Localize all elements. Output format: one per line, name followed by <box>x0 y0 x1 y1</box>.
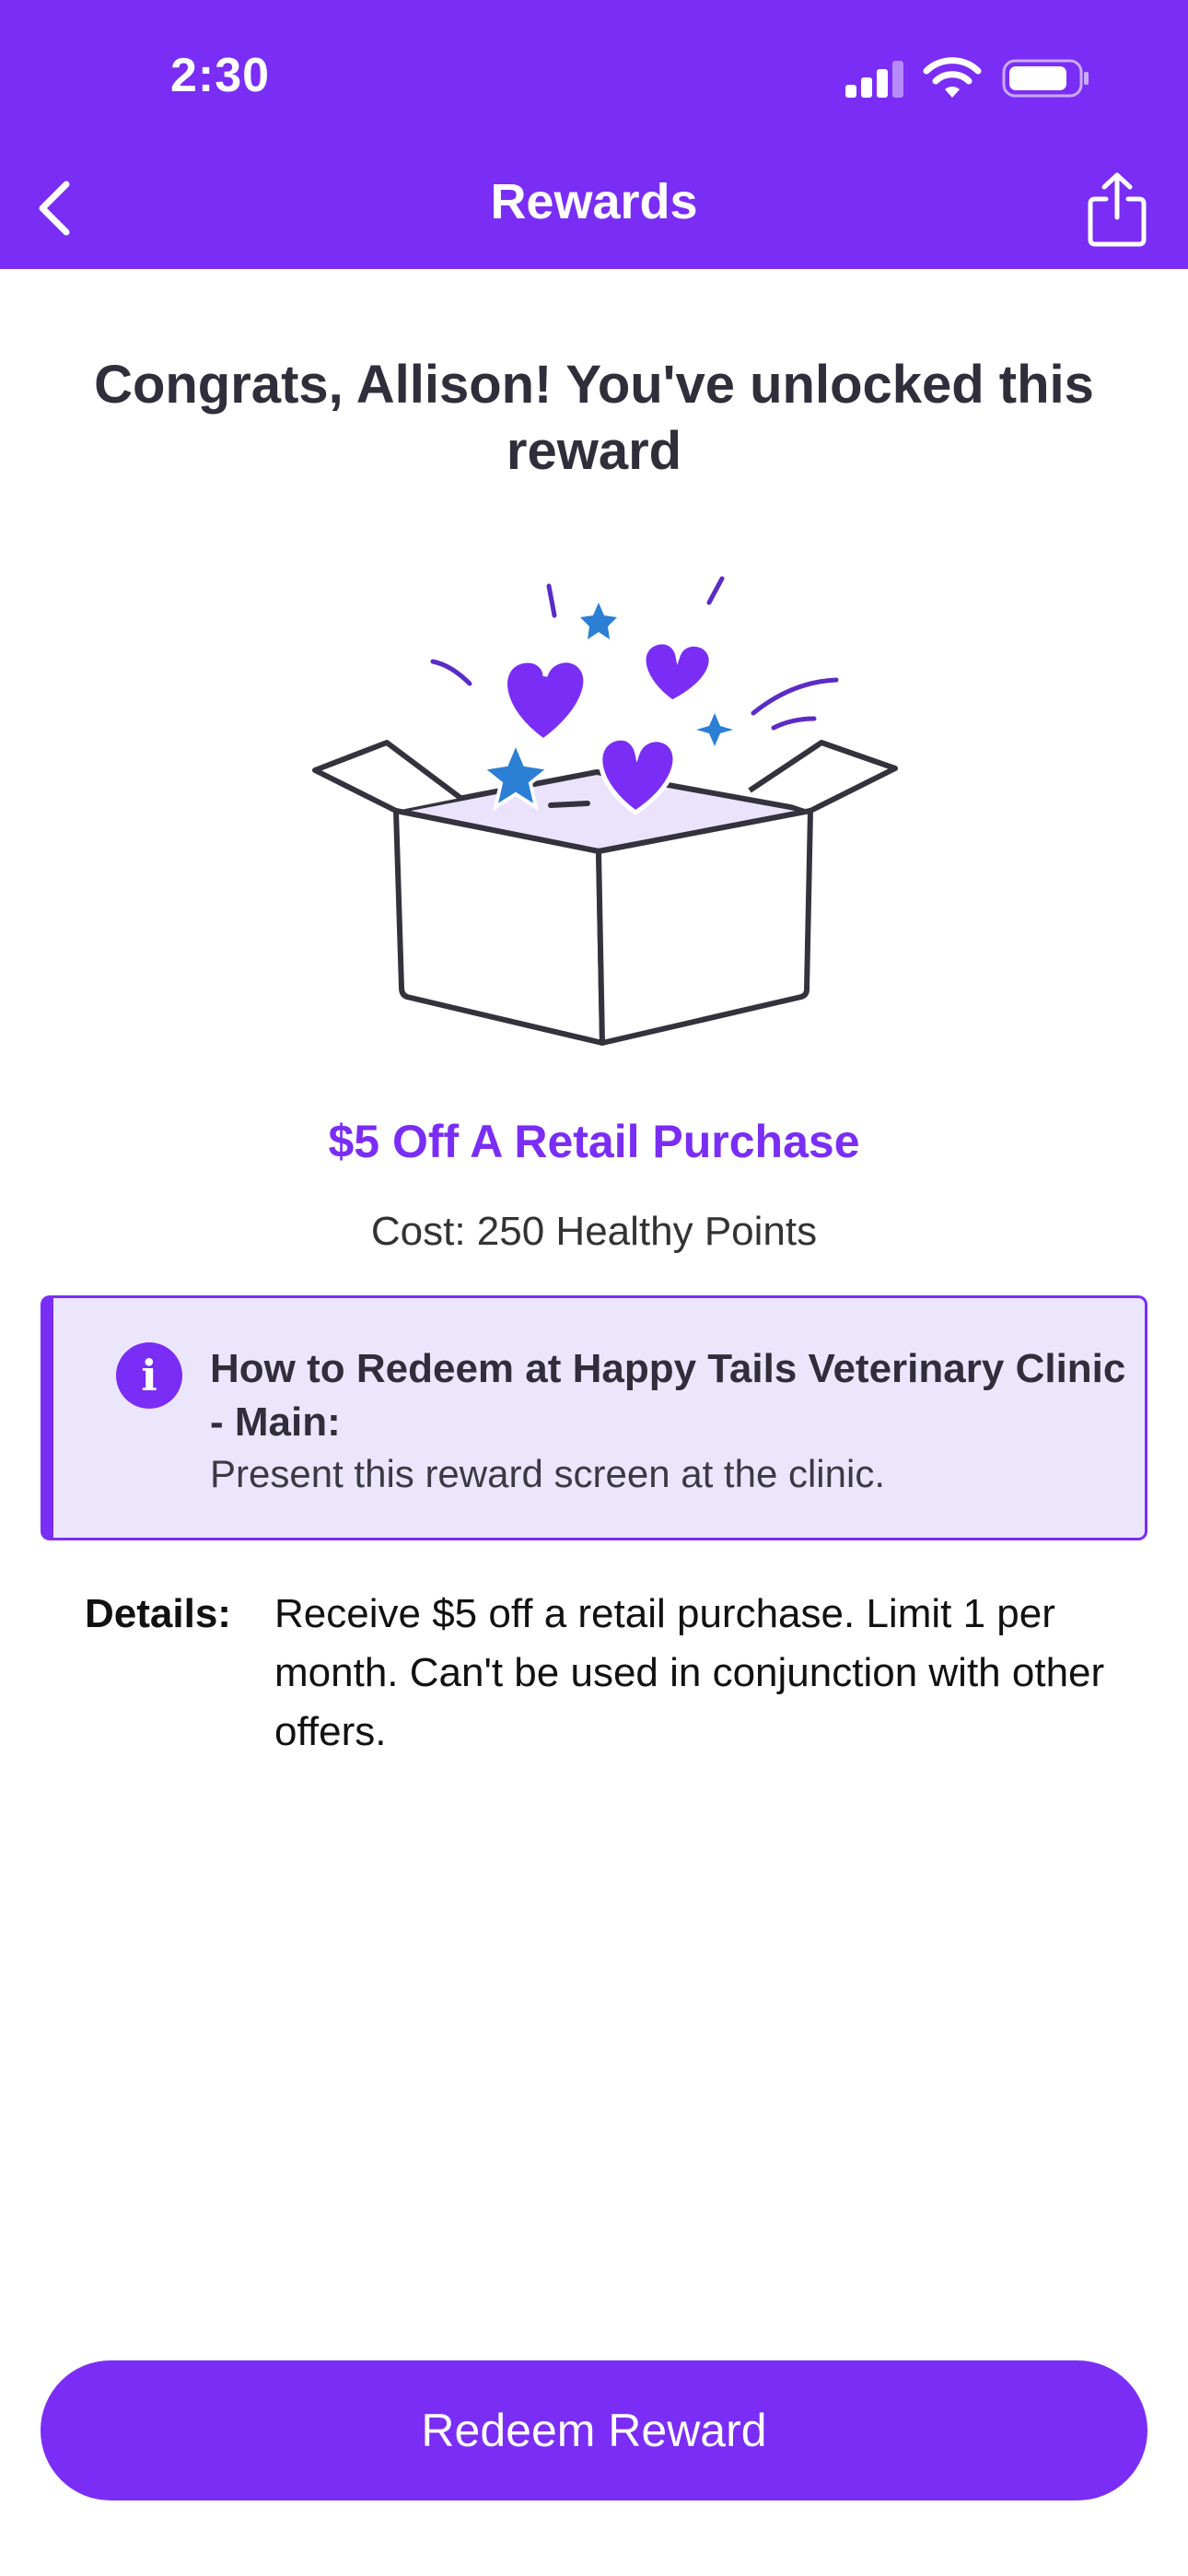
cellular-signal-icon <box>845 61 903 98</box>
redeem-heading: How to Redeem at Happy Tails Veterinary … <box>210 1346 1126 1445</box>
rewards-screen: 2:30 Rewards Congrats, Allison! You've u… <box>0 0 1188 2576</box>
header: 2:30 Rewards <box>0 0 1188 269</box>
details-text: Receive $5 off a retail purchase. Limit … <box>274 1591 1105 1754</box>
open-gift-box-with-hearts-icon <box>312 576 898 1046</box>
battery-icon <box>1002 59 1089 98</box>
redeem-reward-button[interactable]: Redeem Reward <box>41 2360 1147 2500</box>
reward-title: $5 Off A Retail Purchase <box>328 1116 860 1167</box>
wifi-icon <box>923 57 982 98</box>
redeem-instructions-box: i How to Redeem at Happy Tails Veterinar… <box>41 1295 1147 1540</box>
reward-cost: Cost: 250 Healthy Points <box>370 1209 818 1254</box>
congrats-headline: Congrats, Allison! You've unlocked this … <box>94 355 1094 481</box>
share-icon[interactable] <box>1081 170 1153 249</box>
details-label: Details: <box>85 1591 231 1636</box>
status-time: 2:30 <box>170 49 271 102</box>
redeem-text: Present this reward screen at the clinic… <box>210 1452 885 1495</box>
page-title: Rewards <box>490 174 698 229</box>
info-icon: i <box>116 1342 182 1409</box>
